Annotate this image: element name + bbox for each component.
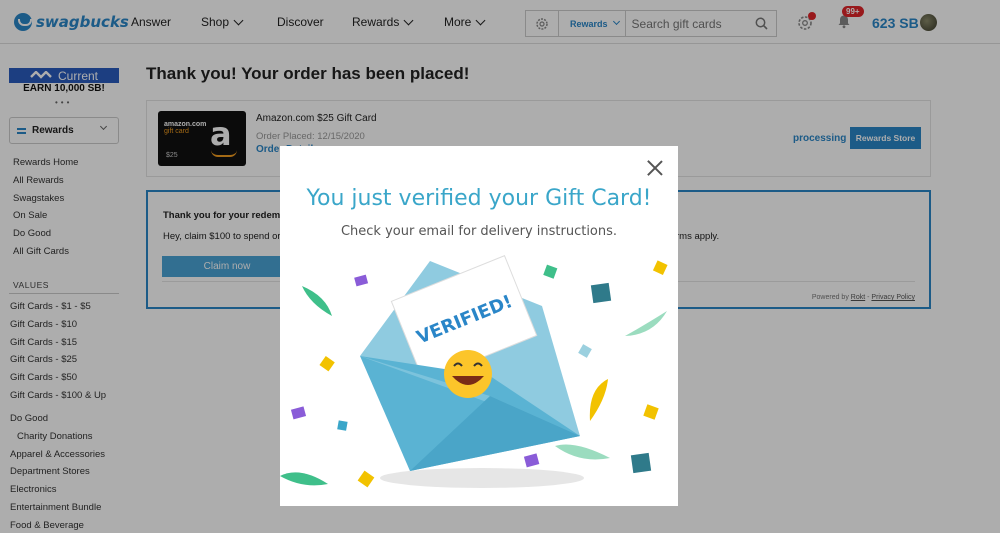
verified-modal: You just verified your Gift Card! Check … (280, 146, 678, 506)
verified-envelope-illustration: VERIFIED! (280, 255, 668, 488)
modal-subtitle: Check your email for delivery instructio… (340, 224, 618, 239)
modal-title: You just verified your Gift Card! (306, 186, 652, 211)
close-icon[interactable] (647, 160, 663, 176)
laughing-emoji-icon (444, 350, 492, 398)
